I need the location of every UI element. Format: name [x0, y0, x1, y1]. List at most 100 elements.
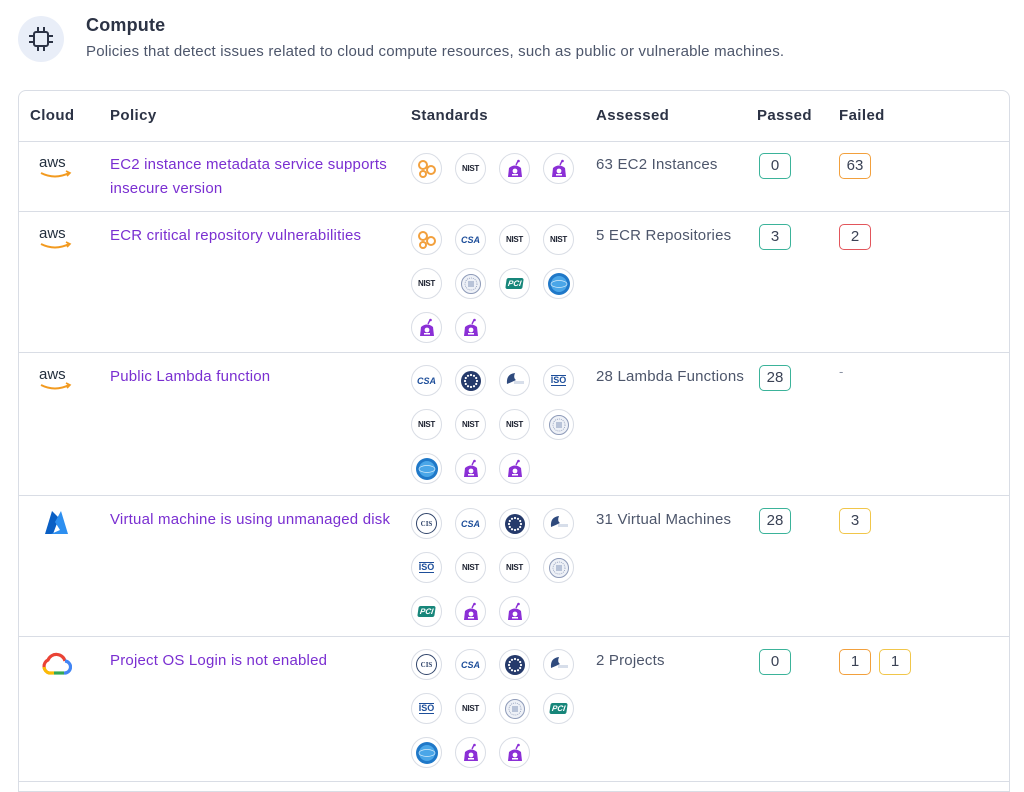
cis-standard-icon[interactable]: CIS [411, 649, 442, 680]
government-seal-standard-icon[interactable] [499, 693, 530, 724]
government-seal-standard-icon[interactable] [543, 552, 574, 583]
nist-standard-icon[interactable]: NIST [411, 268, 442, 299]
failed-count-badge[interactable]: 63 [839, 153, 871, 179]
policy-link[interactable]: ECR critical repository vulnerabilities [110, 224, 406, 248]
csa-standard-icon[interactable]: CSA [411, 365, 442, 396]
iso-standard-icon[interactable]: ISO [543, 365, 574, 396]
pci-standard-icon[interactable]: PCI [499, 268, 530, 299]
column-header-standards[interactable]: Standards [411, 107, 488, 124]
aws-logo-icon: aws [39, 367, 73, 393]
assessed-resources[interactable]: 31 Virtual Machines [596, 508, 756, 532]
nist-standard-icon[interactable]: NIST [543, 224, 574, 255]
policy-link[interactable]: EC2 instance metadata service supports i… [110, 153, 406, 201]
mitre-attack-standard-icon[interactable] [499, 153, 530, 184]
failed-count-badge[interactable]: 2 [839, 224, 871, 250]
gdpr-standard-icon[interactable] [455, 365, 486, 396]
passed-count-badge[interactable]: 28 [759, 508, 791, 534]
iso-standard-icon[interactable]: ISO [411, 552, 442, 583]
table-row[interactable]: aws EC2 instance metadata service suppor… [19, 141, 1009, 212]
government-seal-standard-icon[interactable] [543, 409, 574, 440]
policy-link[interactable]: Public Lambda function [110, 365, 406, 389]
passed-cell: 0 [759, 649, 799, 675]
csa-standard-icon[interactable]: CSA [455, 508, 486, 539]
aws-logo-text: aws [39, 366, 66, 383]
cloud-provider-cell: aws [39, 367, 79, 397]
nist-standard-icon[interactable]: NIST [455, 552, 486, 583]
nist-label: NIST [461, 420, 480, 429]
passed-count-badge[interactable]: 28 [759, 365, 791, 391]
policy-link[interactable]: Project OS Login is not enabled [110, 649, 406, 673]
cis-label: CIS [416, 513, 437, 534]
failed-count-badge[interactable]: 3 [839, 508, 871, 534]
table-row[interactable]: Project OS Login is not enabled CIS CSA I… [19, 637, 1009, 782]
csa-standard-icon[interactable]: CSA [455, 649, 486, 680]
pci-label: PCI [549, 703, 568, 714]
gdpr-standard-icon[interactable] [499, 508, 530, 539]
column-header-policy[interactable]: Policy [110, 107, 157, 124]
globe-standard-icon[interactable] [411, 737, 442, 768]
nist-standard-icon[interactable]: NIST [455, 693, 486, 724]
failed-empty-indicator: - [839, 364, 844, 379]
mitre-attack-standard-icon[interactable] [455, 453, 486, 484]
mitre-attack-standard-icon[interactable] [499, 596, 530, 627]
table-row[interactable]: aws Public Lambda function CSA ISO NIST NI… [19, 353, 1009, 496]
mitre-attack-standard-icon[interactable] [499, 737, 530, 768]
policy-link[interactable]: Virtual machine is using unmanaged disk [110, 508, 406, 532]
assessed-resources[interactable]: 28 Lambda Functions [596, 365, 756, 389]
csa-standard-icon[interactable]: CSA [455, 224, 486, 255]
cloud-provider-cell: aws [39, 155, 79, 185]
globe-standard-icon[interactable] [411, 453, 442, 484]
mitre-attack-standard-icon[interactable] [499, 453, 530, 484]
category-title: Compute [86, 15, 166, 35]
column-header-assessed[interactable]: Assessed [596, 107, 669, 124]
passed-cell: 28 [759, 365, 799, 391]
standards-list: CSA ISO NIST NIST NIST [411, 365, 587, 497]
mitre-attack-standard-icon[interactable] [543, 153, 574, 184]
nist-standard-icon[interactable]: NIST [455, 153, 486, 184]
passed-count-badge[interactable]: 3 [759, 224, 791, 250]
pci-standard-icon[interactable]: PCI [411, 596, 442, 627]
failed-count-badge[interactable]: 1 [879, 649, 911, 675]
assessed-resources[interactable]: 2 Projects [596, 649, 756, 673]
nist-standard-icon[interactable]: NIST [455, 409, 486, 440]
aws-logo-text: aws [39, 154, 66, 171]
passed-count-badge[interactable]: 0 [759, 153, 791, 179]
mitre-attack-standard-icon[interactable] [411, 312, 442, 343]
aws-foundational-security-standard-icon[interactable] [411, 153, 442, 184]
table-row[interactable]: Virtual machine is using unmanaged disk … [19, 496, 1009, 637]
column-header-cloud[interactable]: Cloud [30, 107, 75, 124]
nist-standard-icon[interactable]: NIST [411, 409, 442, 440]
assessed-resources[interactable]: 5 ECR Repositories [596, 224, 756, 248]
pci-standard-icon[interactable]: PCI [543, 693, 574, 724]
failed-cell: - [839, 365, 843, 379]
assessed-resources[interactable]: 63 EC2 Instances [596, 153, 756, 177]
csa-label: CSA [460, 518, 480, 529]
mitre-attack-standard-icon[interactable] [455, 596, 486, 627]
column-header-failed[interactable]: Failed [839, 107, 885, 124]
aws-logo-icon: aws [39, 226, 73, 252]
nist-standard-icon[interactable]: NIST [499, 224, 530, 255]
nist-standard-icon[interactable]: NIST [499, 552, 530, 583]
cis-standard-icon[interactable]: CIS [411, 508, 442, 539]
table-row[interactable]: aws ECR critical repository vulnerabilit… [19, 212, 1009, 353]
government-seal-standard-icon[interactable] [455, 268, 486, 299]
failed-cell: 2 [839, 224, 879, 250]
hipaa-standard-icon[interactable] [499, 365, 530, 396]
csa-label: CSA [460, 234, 480, 245]
globe-standard-icon[interactable] [543, 268, 574, 299]
passed-count-badge[interactable]: 0 [759, 649, 791, 675]
azure-logo-icon [45, 511, 68, 534]
gdpr-standard-icon[interactable] [499, 649, 530, 680]
iso-label: ISO [418, 703, 435, 714]
iso-standard-icon[interactable]: ISO [411, 693, 442, 724]
failed-cell: 3 [839, 508, 879, 534]
nist-standard-icon[interactable]: NIST [499, 409, 530, 440]
standards-list: CIS CSA ISO NIST NIST PCI [411, 508, 587, 640]
hipaa-standard-icon[interactable] [543, 508, 574, 539]
mitre-attack-standard-icon[interactable] [455, 737, 486, 768]
mitre-attack-standard-icon[interactable] [455, 312, 486, 343]
aws-foundational-security-standard-icon[interactable] [411, 224, 442, 255]
hipaa-standard-icon[interactable] [543, 649, 574, 680]
column-header-passed[interactable]: Passed [757, 107, 812, 124]
failed-count-badge[interactable]: 1 [839, 649, 871, 675]
